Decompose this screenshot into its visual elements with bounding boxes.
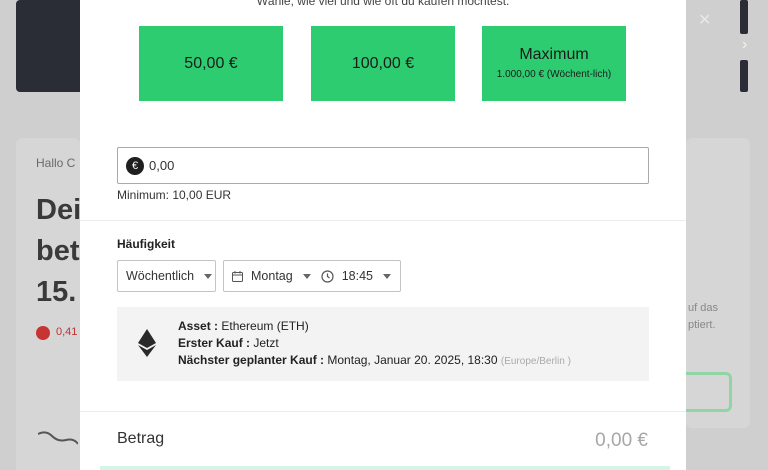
modal-instruction: Wähle, wie viel und wie oft du kaufen mö… bbox=[256, 0, 510, 8]
amount-field[interactable]: € bbox=[117, 147, 649, 184]
background-change-value: 0,41 bbox=[56, 326, 78, 338]
background-side-line: uf das bbox=[688, 302, 718, 314]
background-heading-line: bet bbox=[36, 235, 80, 267]
background-heading: Dei bet 15. bbox=[36, 190, 81, 313]
summary-next-value: Montag, Januar 20. 2025, 18:30 bbox=[327, 353, 498, 367]
summary-next-purchase: Nächster geplanter Kauf : Montag, Januar… bbox=[178, 352, 571, 370]
background-banner-right-2 bbox=[740, 60, 748, 92]
euro-icon: € bbox=[126, 156, 144, 175]
day-select-value: Montag bbox=[251, 269, 293, 283]
amount-option-50-button[interactable]: 50,00 € bbox=[139, 26, 283, 101]
amount-option-label: 50,00 € bbox=[184, 54, 238, 72]
amount-option-label: 100,00 € bbox=[351, 54, 415, 72]
chevron-right-icon: › bbox=[742, 36, 748, 53]
close-icon[interactable]: ✕ bbox=[698, 10, 711, 30]
bottom-button-edge bbox=[100, 466, 670, 470]
summary-first-purchase: Erster Kauf : Jetzt bbox=[178, 335, 571, 352]
amount-input[interactable] bbox=[149, 158, 629, 173]
background-button-outline bbox=[686, 372, 732, 412]
chevron-down-icon bbox=[302, 273, 311, 279]
calendar-icon bbox=[232, 270, 243, 282]
amount-option-maximum-button[interactable]: Maximum 1.000,00 € (Wöchent-lich) bbox=[482, 26, 626, 101]
divider bbox=[80, 411, 686, 412]
frequency-label: Häufigkeit bbox=[117, 237, 176, 251]
interval-select-value: Wöchentlich bbox=[126, 269, 195, 283]
summary-asset: Asset : Ethereum (ETH) bbox=[178, 318, 571, 335]
divider bbox=[80, 220, 686, 221]
sparkline-icon bbox=[38, 431, 78, 445]
background-greeting: Hallo C bbox=[36, 156, 76, 170]
total-value: 0,00 € bbox=[595, 430, 648, 451]
background-side-line: ptiert. bbox=[688, 319, 716, 331]
purchase-summary: Asset : Ethereum (ETH) Erster Kauf : Jet… bbox=[117, 307, 649, 381]
buy-plan-modal: Wähle, wie viel und wie oft du kaufen mö… bbox=[80, 0, 686, 470]
background-banner-right bbox=[740, 0, 748, 34]
summary-first-value: Jetzt bbox=[253, 336, 279, 350]
background-heading-line: 15. bbox=[36, 276, 77, 308]
status-dot bbox=[36, 326, 50, 340]
amount-option-label: Maximum bbox=[519, 46, 589, 63]
minimum-amount-text: Minimum: 10,00 EUR bbox=[117, 188, 232, 202]
amount-option-sublabel: 1.000,00 € (Wöchent-lich) bbox=[496, 69, 612, 80]
background-heading-line: Dei bbox=[36, 194, 82, 226]
summary-asset-label: Asset : bbox=[178, 319, 219, 333]
summary-timezone: (Europe/Berlin ) bbox=[500, 356, 571, 367]
summary-lines: Asset : Ethereum (ETH) Erster Kauf : Jet… bbox=[178, 318, 571, 370]
time-select-value: 18:45 bbox=[341, 269, 373, 283]
total-label: Betrag bbox=[117, 430, 165, 447]
summary-asset-value: Ethereum (ETH) bbox=[221, 319, 309, 333]
summary-next-label: Nächster geplanter Kauf : bbox=[178, 353, 325, 367]
interval-select[interactable]: Wöchentlich bbox=[117, 260, 216, 292]
background-side-text: uf das ptiert. bbox=[688, 300, 718, 334]
clock-icon bbox=[321, 269, 334, 283]
ethereum-icon bbox=[138, 329, 156, 362]
chevron-down-icon bbox=[382, 273, 391, 279]
chevron-down-icon bbox=[204, 273, 213, 279]
summary-first-label: Erster Kauf : bbox=[178, 336, 251, 350]
amount-option-100-button[interactable]: 100,00 € bbox=[311, 26, 455, 101]
day-time-select[interactable]: Montag 18:45 bbox=[223, 260, 401, 292]
